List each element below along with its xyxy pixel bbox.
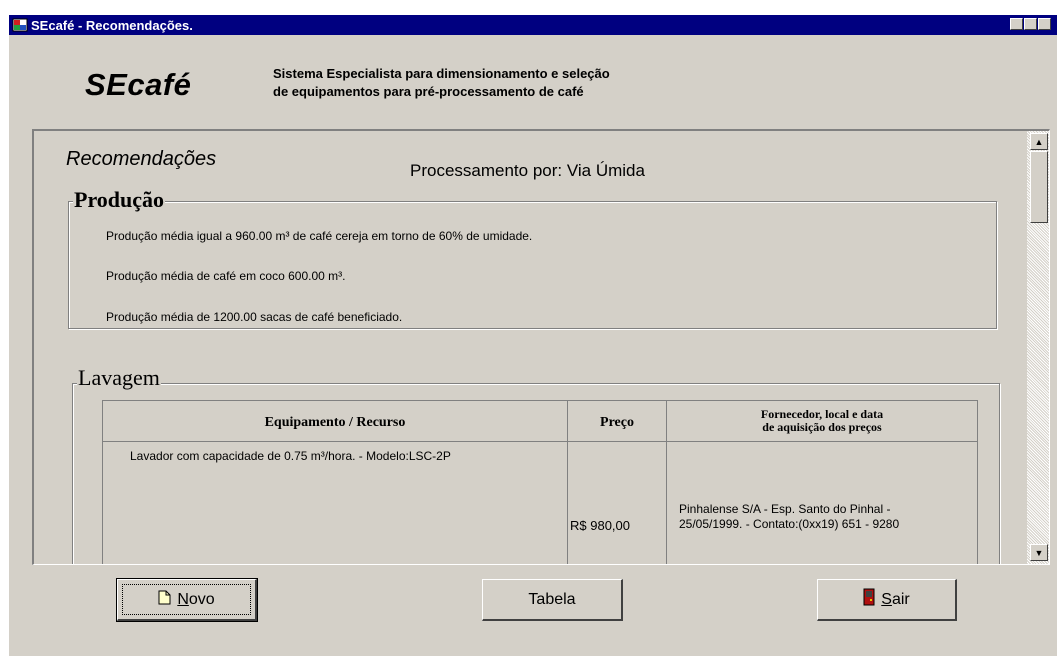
close-icon[interactable] bbox=[1038, 18, 1051, 30]
equipment-description: Lavador com capacidade de 0.75 m³/hora. … bbox=[130, 449, 451, 463]
column-header-equipment: Equipamento / Recurso bbox=[102, 400, 568, 442]
sair-label: Sair bbox=[881, 590, 910, 608]
app-logo: SEcafé bbox=[85, 67, 192, 102]
title-bar[interactable]: SEcafé - Recomendações. bbox=[9, 15, 1057, 35]
processing-method: Processamento por: Via Úmida bbox=[410, 161, 645, 180]
tabela-button[interactable]: Tabela bbox=[482, 579, 623, 621]
app-description: Sistema Especialista para dimensionament… bbox=[273, 65, 610, 101]
producao-legend: Produção bbox=[73, 187, 166, 213]
scroll-down-arrow-icon[interactable]: ▼ bbox=[1030, 544, 1048, 561]
focus-rectangle bbox=[122, 584, 251, 615]
sair-button[interactable]: Sair bbox=[817, 579, 957, 621]
app-icon bbox=[12, 17, 28, 33]
table-row: Lavador com capacidade de 0.75 m³/hora. … bbox=[102, 441, 978, 564]
lavagem-table: Equipamento / Recurso Preço Fornecedor, … bbox=[102, 400, 978, 564]
window-title: SEcafé - Recomendações. bbox=[31, 18, 193, 33]
report-heading: Recomendações bbox=[66, 148, 217, 170]
report-frame: Recomendações Processamento por: Via Úmi… bbox=[32, 129, 1050, 565]
lavagem-legend: Lavagem bbox=[77, 365, 161, 391]
supplier-cell: Pinhalense S/A - Esp. Santo do Pinhal - … bbox=[666, 441, 978, 564]
supplier-header-line-2: de aquisição dos preços bbox=[762, 420, 882, 434]
price-cell: R$ 980,00 bbox=[567, 441, 667, 564]
novo-button[interactable]: Novo bbox=[116, 578, 258, 622]
supplier-line-2: 25/05/1999. - Contato:(0xx19) 651 - 9280 bbox=[679, 517, 900, 531]
report-scroll-area[interactable]: Recomendações Processamento por: Via Úmi… bbox=[34, 131, 1027, 564]
producao-line-2: Produção média de café em coco 600.00 m³… bbox=[106, 269, 346, 283]
equipment-price: R$ 980,00 bbox=[570, 518, 630, 533]
equipment-cell: Lavador com capacidade de 0.75 m³/hora. … bbox=[102, 441, 568, 564]
recommendations-window: SEcafé - Recomendações. SEcafé Sistema E… bbox=[8, 14, 1057, 656]
vertical-scrollbar[interactable]: ▲ ▼ bbox=[1027, 131, 1049, 564]
table-header-row: Equipamento / Recurso Preço Fornecedor, … bbox=[102, 400, 978, 442]
scrollbar-thumb[interactable] bbox=[1030, 151, 1048, 223]
producao-line-3: Produção média de 1200.00 sacas de café … bbox=[106, 310, 403, 324]
maximize-icon[interactable] bbox=[1024, 18, 1037, 30]
minimize-icon[interactable] bbox=[1010, 18, 1023, 30]
description-line-1: Sistema Especialista para dimensionament… bbox=[273, 66, 610, 81]
description-line-2: de equipamentos para pré-processamento d… bbox=[273, 84, 584, 99]
supplier-line-1: Pinhalense S/A - Esp. Santo do Pinhal - bbox=[679, 502, 891, 516]
producao-line-1: Produção média igual a 960.00 m³ de café… bbox=[106, 229, 533, 243]
column-header-supplier: Fornecedor, local e data de aquisição do… bbox=[666, 400, 978, 442]
scroll-up-arrow-icon[interactable]: ▲ bbox=[1030, 133, 1048, 150]
column-header-price: Preço bbox=[567, 400, 667, 442]
supplier-info: Pinhalense S/A - Esp. Santo do Pinhal - … bbox=[679, 502, 899, 532]
exit-door-icon bbox=[863, 588, 875, 611]
